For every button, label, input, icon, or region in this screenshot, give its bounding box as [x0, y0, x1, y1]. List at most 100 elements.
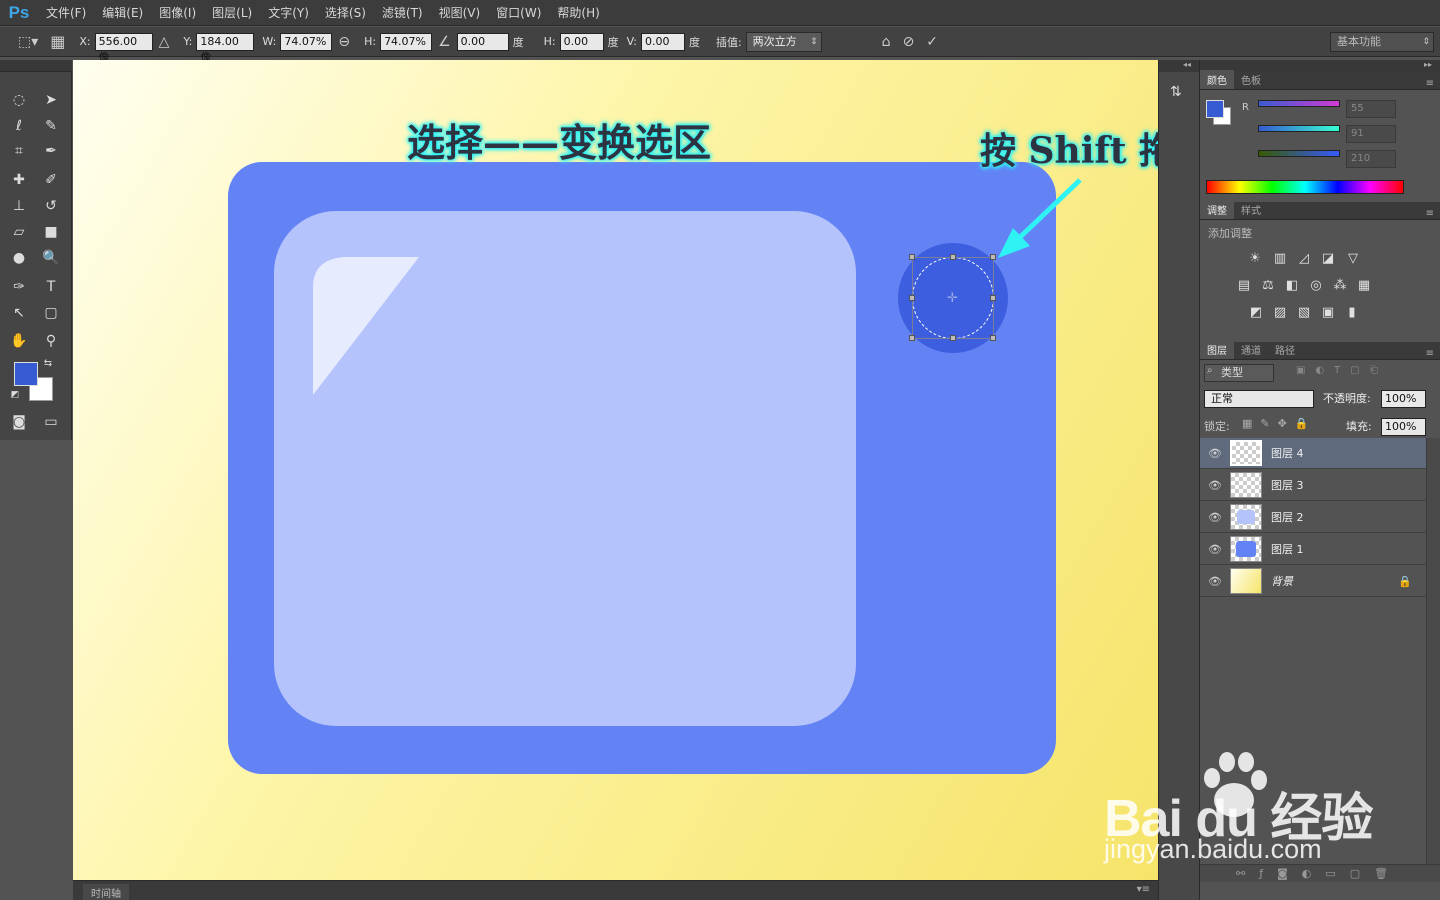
filter-kind-icons[interactable]: ▣◐T▢⎗	[1296, 365, 1388, 376]
path-select-tool-icon[interactable]: ↖	[6, 301, 32, 325]
handle-bottom-left[interactable]	[909, 335, 915, 341]
photo-filter-icon[interactable]: ◎	[1308, 277, 1324, 293]
transform-center-icon[interactable]: ✛	[947, 291, 958, 306]
angle-input[interactable]: 0.00	[456, 32, 509, 51]
vskew-input[interactable]: 0.00	[640, 32, 685, 51]
warp-mode-icon[interactable]: ⌂	[882, 34, 891, 50]
layer-row-2[interactable]: 👁 图层 2	[1200, 502, 1426, 533]
move-tool-icon[interactable]: ➤	[38, 88, 64, 112]
reference-point-icon[interactable]: ▦	[50, 32, 65, 51]
lasso-tool-icon[interactable]: ℓ	[6, 114, 32, 138]
layer-row-3[interactable]: 👁 图层 3	[1200, 470, 1426, 501]
color-balance-icon[interactable]: ⚖	[1260, 277, 1276, 293]
tab-color[interactable]: 颜色	[1200, 70, 1234, 89]
handle-left[interactable]	[909, 295, 915, 301]
dock-collapse-icon[interactable]: ◂◂	[1159, 60, 1199, 72]
swap-colors-icon[interactable]: ⇆	[40, 355, 56, 371]
y-input[interactable]: 184.00 像	[196, 32, 255, 64]
red-slider[interactable]	[1258, 100, 1340, 107]
default-colors-icon[interactable]: ◩	[8, 388, 22, 402]
handle-bottom[interactable]	[950, 335, 956, 341]
handle-bottom-right[interactable]	[990, 335, 996, 341]
visibility-eye-icon[interactable]: 👁	[1200, 543, 1230, 556]
handle-right[interactable]	[990, 295, 996, 301]
layers-footer-buttons[interactable]: ⚯ƒ◙◐▭▢🗑	[1200, 864, 1440, 882]
menu-filter[interactable]: 滤镜(T)	[374, 0, 431, 26]
color-panel-menu-icon[interactable]: ≡	[1426, 78, 1434, 89]
tab-adjustments[interactable]: 调整	[1200, 200, 1234, 219]
menu-view[interactable]: 视图(V)	[431, 0, 489, 26]
blur-tool-icon[interactable]: ●	[6, 246, 32, 270]
gradient-tool-icon[interactable]: ■	[38, 220, 64, 244]
relative-position-icon[interactable]: △	[159, 34, 170, 50]
selective-color-icon[interactable]: ▣	[1320, 304, 1336, 320]
color-lookup-icon[interactable]: ▦	[1356, 277, 1372, 293]
invert-icon[interactable]: ◩	[1248, 304, 1264, 320]
blue-slider[interactable]	[1258, 150, 1340, 157]
tab-styles[interactable]: 样式	[1234, 200, 1268, 219]
menu-select[interactable]: 选择(S)	[317, 0, 374, 26]
layers-scrollbar[interactable]	[1426, 438, 1440, 864]
stamp-tool-icon[interactable]: ⊥	[6, 194, 32, 218]
type-tool-icon[interactable]: T	[38, 275, 64, 299]
opacity-input[interactable]: 100%	[1381, 390, 1426, 408]
visibility-eye-icon[interactable]: 👁	[1200, 447, 1230, 460]
threshold-icon[interactable]: ▧	[1296, 304, 1312, 320]
layer-row-4[interactable]: 👁 图层 4	[1200, 438, 1426, 469]
color-spectrum-bar[interactable]	[1206, 180, 1404, 194]
history-brush-icon[interactable]: ↺	[38, 194, 64, 218]
blend-mode-select[interactable]: 正常	[1204, 390, 1314, 408]
exposure-icon[interactable]: ◪	[1320, 250, 1336, 266]
quick-select-tool-icon[interactable]: ✎	[38, 114, 64, 138]
channel-mixer-icon[interactable]: ⁂	[1332, 277, 1348, 293]
commit-transform-icon[interactable]: ✓	[926, 34, 938, 50]
brightness-icon[interactable]: ☀	[1247, 250, 1263, 266]
gradient-map-icon[interactable]: ▮	[1344, 304, 1360, 320]
eyedropper-tool-icon[interactable]: ✒	[38, 139, 64, 163]
blue-value[interactable]: 210	[1346, 150, 1396, 168]
menu-type[interactable]: 文字(Y)	[260, 0, 317, 26]
hskew-input[interactable]: 0.00	[559, 32, 604, 51]
menu-image[interactable]: 图像(I)	[151, 0, 204, 26]
interpolation-select[interactable]: 两次立方	[745, 31, 822, 52]
hand-tool-icon[interactable]: ✋	[6, 329, 32, 353]
hue-saturation-icon[interactable]: ▤	[1236, 277, 1252, 293]
handle-top-right[interactable]	[990, 254, 996, 260]
tab-layers[interactable]: 图层	[1200, 340, 1234, 359]
layer-filter-select[interactable]: 类型	[1204, 364, 1274, 382]
h-input[interactable]: 74.07%	[380, 32, 433, 51]
tab-paths[interactable]: 路径	[1268, 340, 1302, 359]
marquee-tool-icon[interactable]: ◌	[6, 88, 32, 112]
shape-tool-icon[interactable]: ▢	[38, 301, 64, 325]
layer-row-background[interactable]: 👁 背景 🔒	[1200, 566, 1426, 597]
quick-mask-icon[interactable]: ◙	[6, 410, 32, 434]
w-input[interactable]: 74.07%	[280, 32, 333, 51]
visibility-eye-icon[interactable]: 👁	[1200, 479, 1230, 492]
layer-row-1[interactable]: 👁 图层 1	[1200, 534, 1426, 565]
tab-channels[interactable]: 通道	[1234, 340, 1268, 359]
timeline-tab[interactable]: 时间轴	[83, 884, 129, 900]
workspace-select[interactable]: 基本功能	[1330, 31, 1434, 52]
tab-swatches[interactable]: 色板	[1234, 70, 1268, 89]
menu-help[interactable]: 帮助(H)	[549, 0, 607, 26]
dodge-tool-icon[interactable]: 🔍	[38, 246, 64, 270]
layers-panel-menu-icon[interactable]: ≡	[1426, 348, 1434, 359]
screen-mode-icon[interactable]: ▭	[38, 410, 64, 434]
black-white-icon[interactable]: ◧	[1284, 277, 1300, 293]
x-input[interactable]: 556.00 像	[94, 32, 153, 64]
zoom-tool-icon[interactable]: ⚲	[38, 329, 64, 353]
levels-icon[interactable]: ▥	[1272, 250, 1288, 266]
green-value[interactable]: 91	[1346, 125, 1396, 143]
handle-top-left[interactable]	[909, 254, 915, 260]
move-tool-preset-icon[interactable]: ⬚▾	[18, 34, 38, 50]
vibrance-icon[interactable]: ▽	[1345, 250, 1361, 266]
cancel-transform-icon[interactable]: ⊘	[903, 34, 915, 50]
menu-file[interactable]: 文件(F)	[38, 0, 94, 26]
document-canvas[interactable]: ✛ 选择——变换选区 按 Shift 拖动此处	[73, 60, 1158, 880]
pen-tool-icon[interactable]: ✑	[6, 275, 32, 299]
panel-fg-swatch[interactable]	[1206, 100, 1224, 118]
healing-brush-icon[interactable]: ✚	[6, 168, 32, 192]
visibility-eye-icon[interactable]: 👁	[1200, 575, 1230, 588]
toolbar-header[interactable]	[0, 60, 72, 72]
menu-edit[interactable]: 编辑(E)	[94, 0, 151, 26]
